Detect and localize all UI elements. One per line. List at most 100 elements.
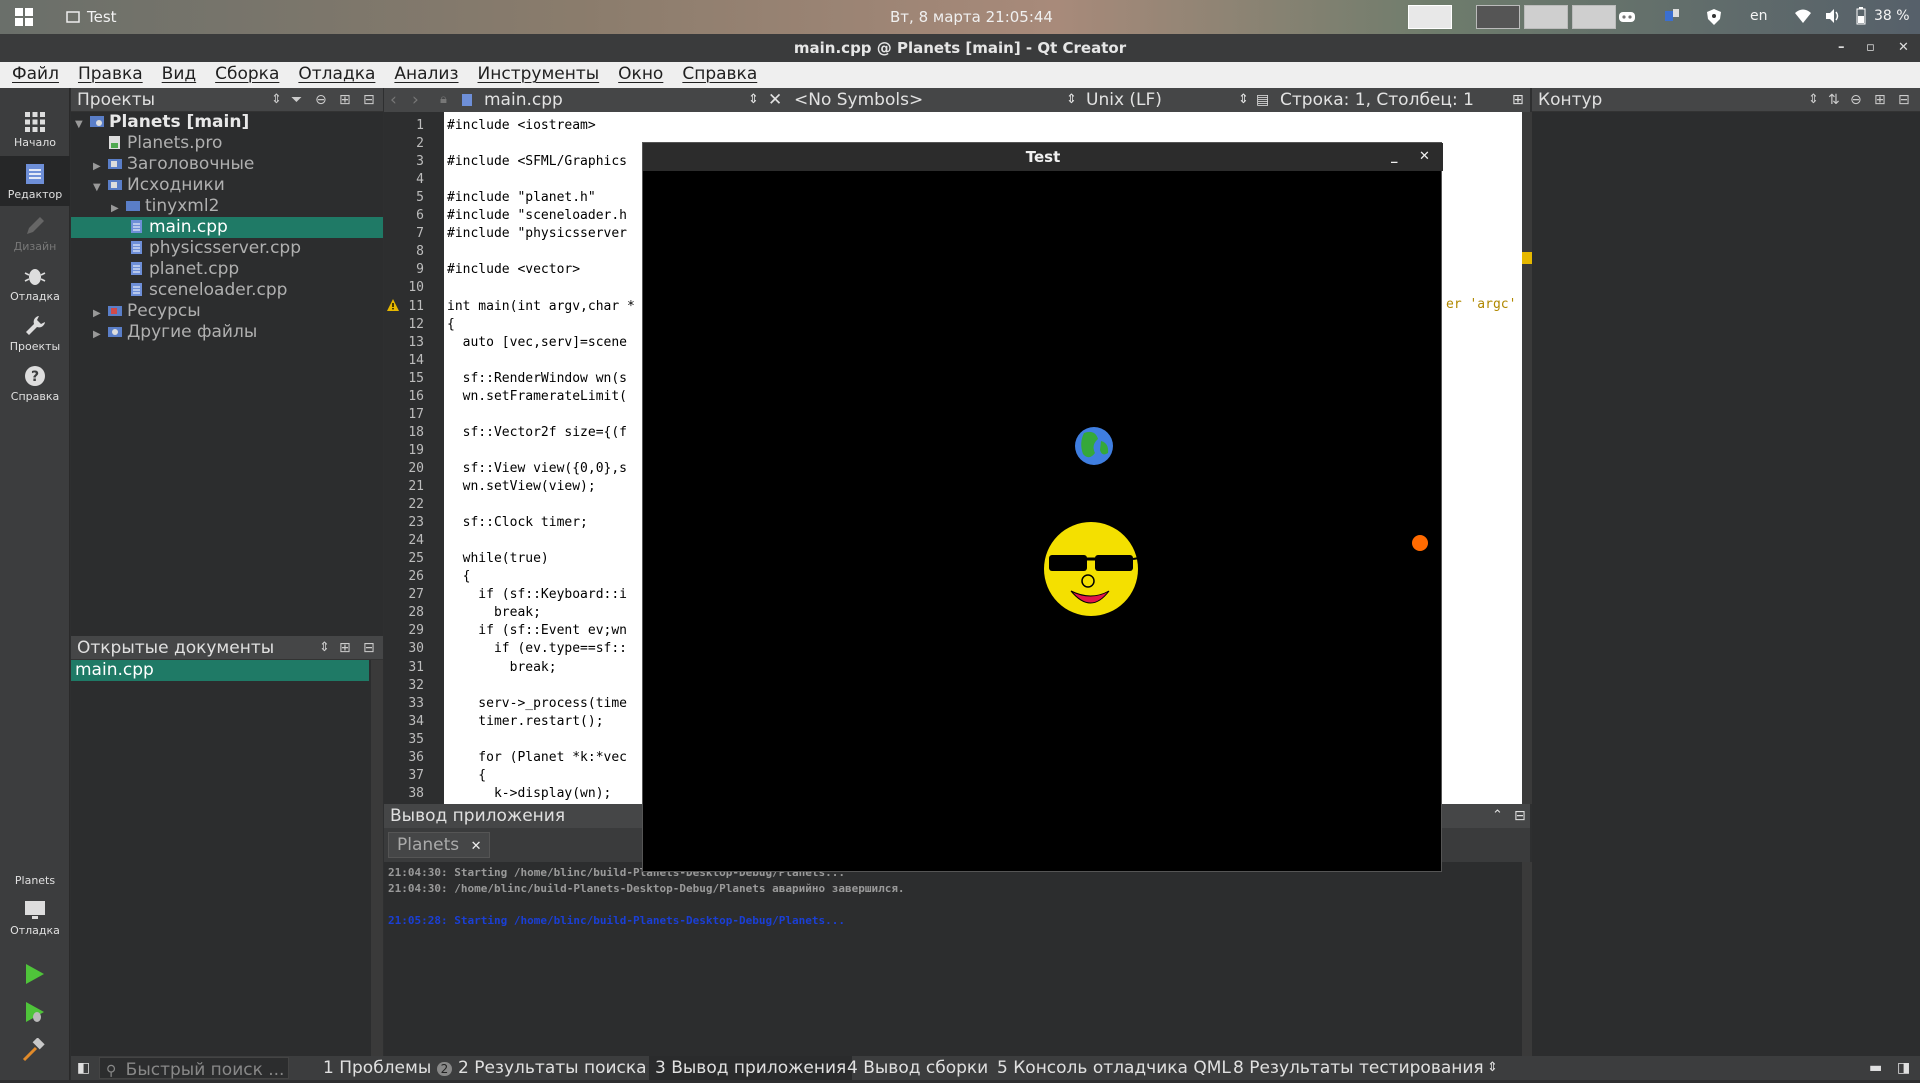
run-icon[interactable] — [22, 962, 46, 986]
tree-project-root[interactable]: ▼ Planets [main] — [71, 112, 383, 133]
mode-debug[interactable]: Отладка — [0, 258, 70, 308]
workspace-3[interactable] — [1524, 5, 1568, 29]
tree-item-resources[interactable]: ▶ Ресурсы — [71, 301, 383, 322]
tree-item-planet[interactable]: planet.cpp — [71, 259, 383, 280]
collapse-up-icon[interactable]: ⌃ — [1492, 804, 1503, 828]
shield-icon[interactable] — [1706, 8, 1722, 26]
scrollbar[interactable] — [371, 660, 383, 1056]
dropdown-arrows-icon[interactable]: ⇕ — [319, 636, 330, 660]
menu-debug[interactable]: Отладка — [286, 62, 382, 88]
menu-help[interactable]: Справка — [670, 62, 764, 88]
mode-projects[interactable]: Проекты — [0, 308, 70, 358]
status-tab-tests[interactable]: 8 Результаты тестирования — [1233, 1056, 1484, 1080]
volume-icon[interactable] — [1824, 8, 1842, 24]
battery-icon[interactable] — [1856, 7, 1866, 25]
status-tab-problems[interactable]: 1 Проблемы 2 — [323, 1056, 453, 1081]
menu-file[interactable]: Файл — [0, 62, 66, 88]
dropdown-arrows-icon[interactable]: ⇕ — [1066, 88, 1077, 112]
tree-item-pro[interactable]: Planets.pro — [71, 133, 383, 154]
workspace-4[interactable] — [1572, 5, 1616, 29]
split-icon[interactable]: ⊞ — [1874, 88, 1886, 112]
cursor-position[interactable]: Строка: 1, Столбец: 1 — [1280, 88, 1474, 112]
sort-icon[interactable]: ⇅ — [1828, 88, 1840, 112]
close-tab-icon[interactable]: ✕ — [471, 839, 482, 854]
minimize-icon[interactable]: – — [1838, 34, 1845, 62]
menu-analyze[interactable]: Анализ — [382, 62, 465, 88]
back-icon[interactable]: ‹ — [390, 88, 397, 112]
expand-icon[interactable]: ▶ — [93, 324, 107, 345]
warning-icon[interactable] — [386, 297, 400, 311]
dropdown-arrows-icon[interactable]: ⇕ — [748, 88, 759, 112]
link-icon[interactable]: ⊖ — [1850, 88, 1862, 112]
close-file-icon[interactable]: ✕ — [768, 88, 782, 112]
link-icon[interactable]: ⊖ — [315, 88, 327, 112]
editor-scrollbar[interactable] — [1522, 112, 1532, 804]
debug-run-icon[interactable] — [22, 1000, 46, 1024]
minimize-icon[interactable]: _ — [1391, 143, 1398, 171]
dropdown-arrows-icon[interactable]: ⇕ — [1487, 1056, 1498, 1080]
keyboard-layout[interactable]: en — [1750, 8, 1768, 24]
mode-welcome[interactable]: Начало — [0, 104, 70, 154]
maximize-icon[interactable]: ▫ — [1866, 34, 1875, 62]
mode-editor[interactable]: Редактор — [0, 156, 70, 206]
status-tab-build-output[interactable]: 4 Вывод сборки — [847, 1056, 988, 1080]
app-menu-icon[interactable] — [14, 7, 34, 27]
test-window[interactable]: Test _ ✕ — [642, 142, 1443, 872]
expand-icon[interactable]: ▶ — [93, 156, 107, 177]
forward-icon[interactable]: › — [412, 88, 419, 112]
quick-search-input[interactable]: ⚲ Быстрый поиск ... — [99, 1057, 289, 1080]
tree-item-physicsserver[interactable]: physicsserver.cpp — [71, 238, 383, 259]
collapse-icon[interactable]: ▼ — [93, 177, 107, 198]
expand-icon[interactable]: ▶ — [93, 303, 107, 324]
dropdown-arrows-icon[interactable]: ⇕ — [271, 88, 282, 112]
collapse-icon[interactable]: ▼ — [75, 114, 89, 135]
split-icon[interactable]: ⊞ — [1512, 88, 1524, 112]
hammer-icon[interactable] — [22, 1037, 46, 1062]
kit-selector[interactable]: Отладка — [0, 892, 70, 952]
tree-item-sources[interactable]: ▼ Исходники — [71, 175, 383, 196]
progress-icon[interactable]: ▬ — [1869, 1056, 1882, 1080]
tree-item-headers[interactable]: ▶ Заголовочные — [71, 154, 383, 175]
workspace-2[interactable] — [1476, 5, 1520, 29]
tree-item-tinyxml2[interactable]: ▶ tinyxml2 — [71, 196, 383, 217]
sidebar-toggle-icon[interactable]: ◧ — [77, 1056, 90, 1080]
tree-item-sceneloader[interactable]: sceneloader.cpp — [71, 280, 383, 301]
close-panel-icon[interactable]: ⊟ — [363, 636, 375, 660]
right-sidebar-toggle-icon[interactable]: ◨ — [1897, 1056, 1910, 1080]
dropdown-arrows-icon[interactable]: ⇕ — [1808, 88, 1819, 112]
mode-design[interactable]: Дизайн — [0, 208, 70, 258]
close-icon[interactable]: ✕ — [1898, 34, 1909, 62]
tree-item-other-files[interactable]: ▶ Другие файлы — [71, 322, 383, 343]
menu-tools[interactable]: Инструменты — [466, 62, 607, 88]
app-tray-icon[interactable] — [1664, 8, 1680, 24]
output-console[interactable]: 21:04:30: Starting /home/blinc/build-Pla… — [384, 862, 1532, 1056]
status-tab-qml-console[interactable]: 5 Консоль отладчика QML — [997, 1056, 1231, 1080]
status-tab-app-output[interactable]: 3 Вывод приложения — [649, 1056, 853, 1080]
maximize-panel-icon[interactable]: ⊟ — [1514, 804, 1526, 828]
current-file[interactable]: main.cpp — [484, 88, 563, 112]
menu-view[interactable]: Вид — [150, 62, 203, 88]
clock[interactable]: Вт, 8 марта 21:05:44 — [890, 8, 1053, 26]
symbols-dropdown[interactable]: <No Symbols> — [794, 88, 923, 112]
lock-icon[interactable]: 🔒︎ — [440, 88, 447, 112]
filter-icon[interactable]: ⏷ — [291, 88, 302, 112]
workspace-1[interactable] — [1408, 5, 1452, 29]
mode-help[interactable]: ? Справка — [0, 358, 70, 408]
close-panel-icon[interactable]: ⊟ — [1898, 88, 1910, 112]
open-doc-item[interactable]: main.cpp — [71, 660, 369, 681]
warning-marker[interactable] — [1522, 252, 1532, 264]
scrollbar[interactable] — [1522, 862, 1532, 1056]
status-tab-search[interactable]: 2 Результаты поиска — [458, 1056, 647, 1080]
encoding-icon[interactable]: ▤ — [1256, 88, 1269, 112]
menu-edit[interactable]: Правка — [66, 62, 150, 88]
split-icon[interactable]: ⊞ — [339, 636, 351, 660]
split-icon[interactable]: ⊞ — [339, 88, 351, 112]
expand-icon[interactable]: ▶ — [111, 198, 125, 219]
menu-window[interactable]: Окно — [606, 62, 670, 88]
taskbar-item-test[interactable]: Test — [87, 8, 117, 26]
wifi-icon[interactable] — [1794, 8, 1812, 24]
menu-build[interactable]: Сборка — [203, 62, 286, 88]
dropdown-arrows-icon[interactable]: ⇕ — [1238, 88, 1249, 112]
close-panel-icon[interactable]: ⊟ — [363, 88, 375, 112]
tree-item-main-cpp[interactable]: main.cpp — [71, 217, 383, 238]
